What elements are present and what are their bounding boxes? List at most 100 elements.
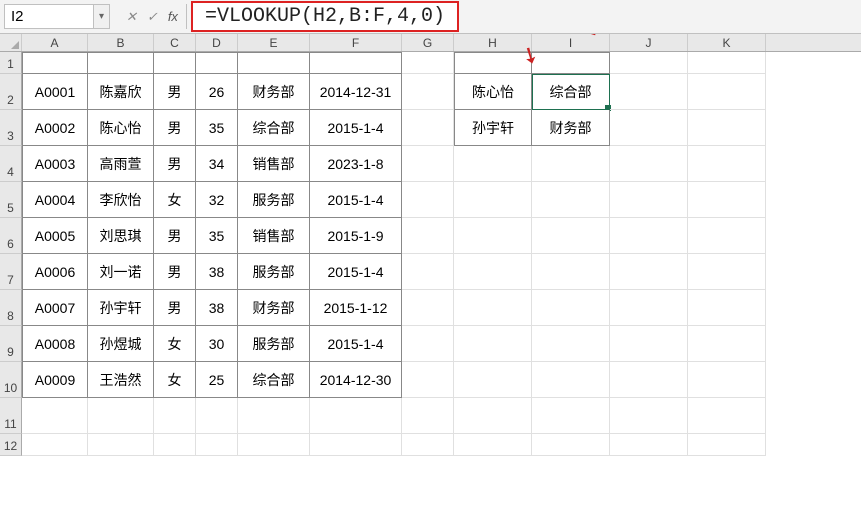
name-box-dropdown[interactable]: ▾ <box>94 4 110 29</box>
col-header-I[interactable]: I <box>532 34 610 51</box>
cell-K3[interactable] <box>688 110 766 146</box>
row-header-7[interactable]: 7 <box>0 254 22 290</box>
table-cell[interactable]: 35 <box>196 218 238 254</box>
cell[interactable] <box>88 434 154 456</box>
main-header-1[interactable]: 姓名 <box>88 52 154 74</box>
cell[interactable] <box>22 434 88 456</box>
table-cell[interactable]: 2015-1-12 <box>310 290 402 326</box>
cell-G3[interactable] <box>402 110 454 146</box>
main-header-2[interactable]: 性别 <box>154 52 196 74</box>
row-header-12[interactable]: 12 <box>0 434 22 456</box>
table-cell[interactable]: 服务部 <box>238 326 310 362</box>
name-box[interactable]: I2 <box>4 4 94 29</box>
lookup-cell[interactable]: 孙宇轩 <box>454 110 532 146</box>
cell-J1[interactable] <box>610 52 688 74</box>
cell-H9[interactable] <box>454 326 532 362</box>
cell[interactable] <box>532 398 610 434</box>
row-header-1[interactable]: 1 <box>0 52 22 74</box>
col-header-H[interactable]: H <box>454 34 532 51</box>
cell-K2[interactable] <box>688 74 766 110</box>
cell[interactable] <box>196 434 238 456</box>
cell[interactable] <box>402 434 454 456</box>
table-cell[interactable]: 38 <box>196 254 238 290</box>
cell-H8[interactable] <box>454 290 532 326</box>
lookup-header-1[interactable]: 部门 <box>532 52 610 74</box>
table-cell[interactable]: A0004 <box>22 182 88 218</box>
table-cell[interactable]: 综合部 <box>238 362 310 398</box>
table-cell[interactable]: 李欣怡 <box>88 182 154 218</box>
cell[interactable] <box>532 434 610 456</box>
enter-icon[interactable]: ✓ <box>147 9 158 25</box>
cancel-icon[interactable]: ✕ <box>126 9 137 25</box>
lookup-header-0[interactable]: 姓名 <box>454 52 532 74</box>
table-cell[interactable]: 陈心怡 <box>88 110 154 146</box>
table-cell[interactable]: 男 <box>154 218 196 254</box>
table-cell[interactable]: A0007 <box>22 290 88 326</box>
table-cell[interactable]: 财务部 <box>238 74 310 110</box>
table-cell[interactable]: 25 <box>196 362 238 398</box>
table-cell[interactable]: 王浩然 <box>88 362 154 398</box>
cell-K8[interactable] <box>688 290 766 326</box>
cell-I10[interactable] <box>532 362 610 398</box>
cell-K10[interactable] <box>688 362 766 398</box>
formula-input[interactable]: =VLOOKUP(H2,B:F,4,0) <box>187 0 861 33</box>
spreadsheet-grid[interactable]: A B C D E F G H I J K ➘ 1 工号 姓名 性别 年龄 部门… <box>0 34 861 456</box>
cell-G8[interactable] <box>402 290 454 326</box>
cell[interactable] <box>196 398 238 434</box>
table-cell[interactable]: A0006 <box>22 254 88 290</box>
table-cell[interactable]: A0002 <box>22 110 88 146</box>
cell-I4[interactable] <box>532 146 610 182</box>
table-cell[interactable]: 女 <box>154 326 196 362</box>
cell[interactable] <box>22 398 88 434</box>
main-header-4[interactable]: 部门 <box>238 52 310 74</box>
cell-J10[interactable] <box>610 362 688 398</box>
table-cell[interactable]: 财务部 <box>238 290 310 326</box>
main-header-5[interactable]: 入职日期 <box>310 52 402 74</box>
table-cell[interactable]: 34 <box>196 146 238 182</box>
lookup-cell[interactable]: 财务部 <box>532 110 610 146</box>
main-header-3[interactable]: 年龄 <box>196 52 238 74</box>
table-cell[interactable]: A0009 <box>22 362 88 398</box>
cell[interactable] <box>454 398 532 434</box>
table-cell[interactable]: 女 <box>154 362 196 398</box>
table-cell[interactable]: 男 <box>154 146 196 182</box>
cell-G7[interactable] <box>402 254 454 290</box>
cell-G1[interactable] <box>402 52 454 74</box>
cell-G10[interactable] <box>402 362 454 398</box>
table-cell[interactable]: 32 <box>196 182 238 218</box>
cell-I5[interactable] <box>532 182 610 218</box>
fx-icon[interactable]: fx <box>168 9 178 24</box>
lookup-cell[interactable]: 陈心怡 <box>454 74 532 110</box>
table-cell[interactable]: 综合部 <box>238 110 310 146</box>
cell-H7[interactable] <box>454 254 532 290</box>
cell-K5[interactable] <box>688 182 766 218</box>
cell[interactable] <box>238 434 310 456</box>
cell-J8[interactable] <box>610 290 688 326</box>
cell[interactable] <box>154 434 196 456</box>
col-header-A[interactable]: A <box>22 34 88 51</box>
cell-K9[interactable] <box>688 326 766 362</box>
cell[interactable] <box>454 434 532 456</box>
table-cell[interactable]: 销售部 <box>238 218 310 254</box>
row-header-8[interactable]: 8 <box>0 290 22 326</box>
cell-G4[interactable] <box>402 146 454 182</box>
col-header-G[interactable]: G <box>402 34 454 51</box>
col-header-D[interactable]: D <box>196 34 238 51</box>
cell-G2[interactable] <box>402 74 454 110</box>
col-header-E[interactable]: E <box>238 34 310 51</box>
cell-H4[interactable] <box>454 146 532 182</box>
cell-G6[interactable] <box>402 218 454 254</box>
table-cell[interactable]: 2015-1-4 <box>310 182 402 218</box>
table-cell[interactable]: 男 <box>154 254 196 290</box>
cell-J3[interactable] <box>610 110 688 146</box>
table-cell[interactable]: 2023-1-8 <box>310 146 402 182</box>
table-cell[interactable]: 陈嘉欣 <box>88 74 154 110</box>
cell-H6[interactable] <box>454 218 532 254</box>
table-cell[interactable]: 2015-1-4 <box>310 110 402 146</box>
cell-H5[interactable] <box>454 182 532 218</box>
table-cell[interactable]: A0008 <box>22 326 88 362</box>
row-header-6[interactable]: 6 <box>0 218 22 254</box>
table-cell[interactable]: 2014-12-31 <box>310 74 402 110</box>
cell-J7[interactable] <box>610 254 688 290</box>
col-header-F[interactable]: F <box>310 34 402 51</box>
